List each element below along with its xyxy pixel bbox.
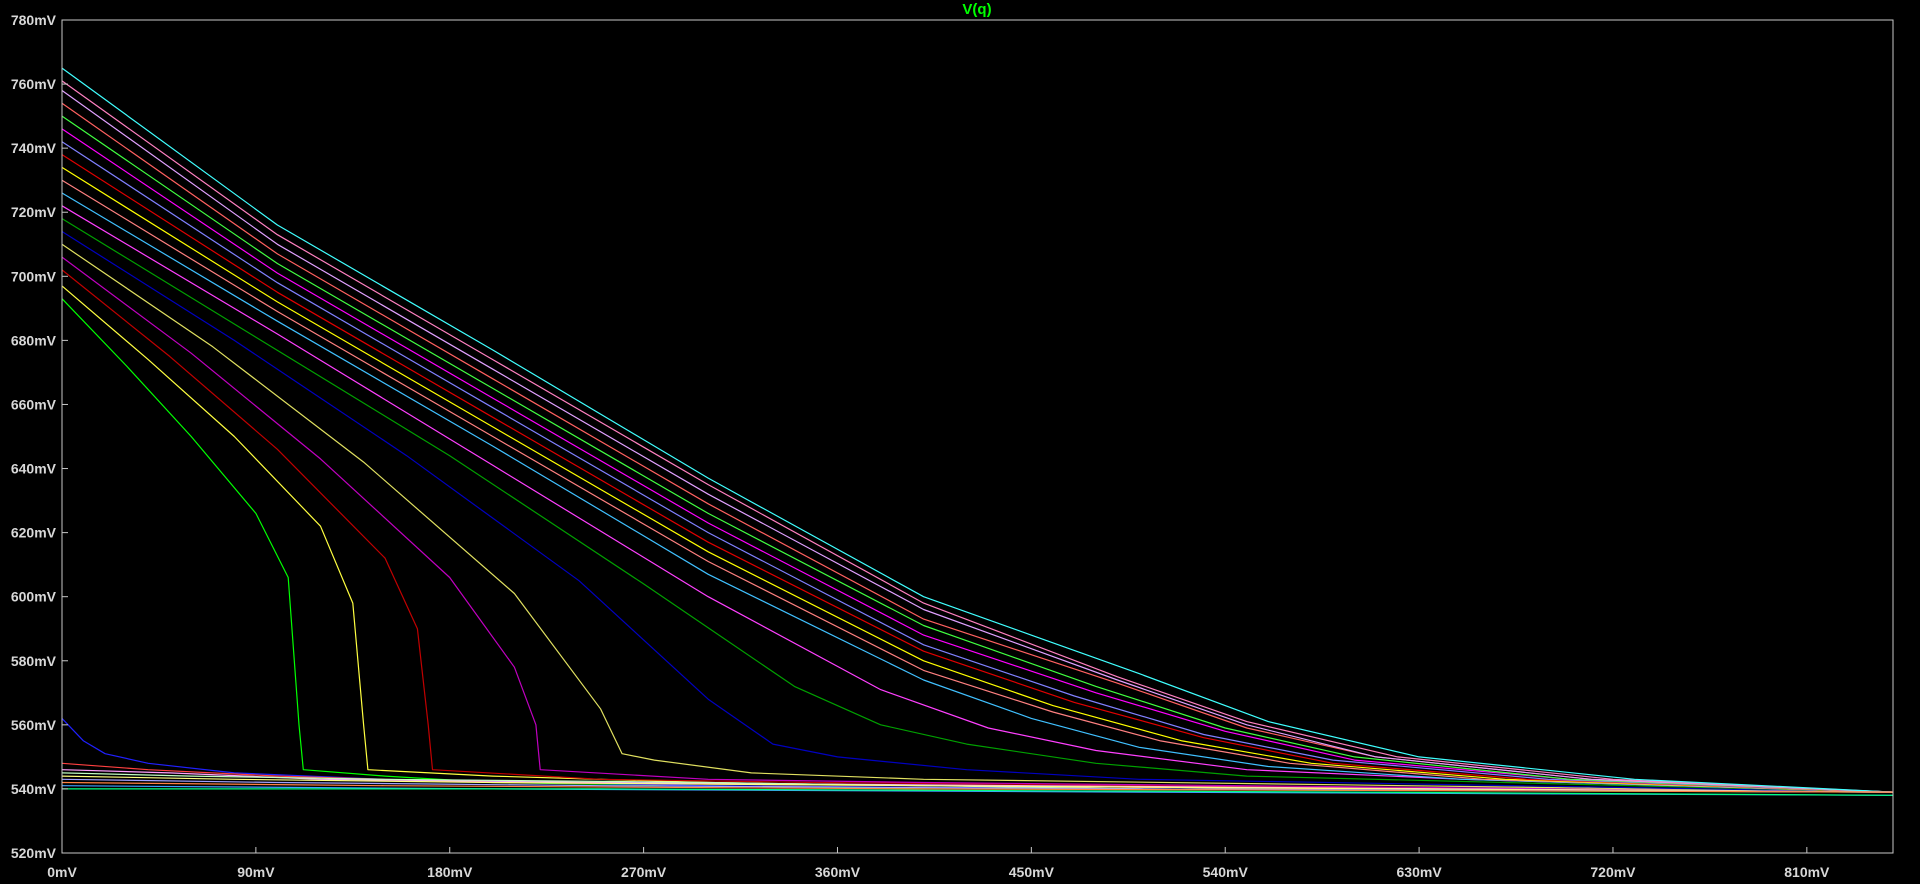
x-tick-label: 450mV [1009,864,1055,880]
y-tick-label: 660mV [11,396,57,412]
x-tick-label: 90mV [237,864,275,880]
y-tick-label: 580mV [11,653,57,669]
x-tick-label: 540mV [1203,864,1249,880]
plot-background [0,0,1920,884]
plot-window: 0mV 90mV 180mV 270mV 360mV 450mV 540mV 630mV 720… [0,0,1920,884]
y-tick-label: 540mV [11,781,57,797]
x-tick-label: 810mV [1784,864,1830,880]
y-tick-label: 700mV [11,268,57,284]
waveform-plot[interactable]: 0mV 90mV 180mV 270mV 360mV 450mV 540mV 630mV 720… [0,0,1920,884]
x-tick-label: 270mV [621,864,667,880]
x-tick-label: 0mV [47,864,77,880]
y-tick-label: 600mV [11,589,57,605]
y-tick-label: 640mV [11,461,57,477]
y-tick-label: 780mV [11,12,57,28]
x-tick-label: 630mV [1397,864,1443,880]
x-tick-label: 180mV [427,864,473,880]
y-tick-label: 720mV [11,204,57,220]
x-tick-label: 720mV [1590,864,1636,880]
y-tick-label: 560mV [11,717,57,733]
y-tick-label: 680mV [11,332,57,348]
y-tick-label: 760mV [11,76,57,92]
y-tick-label: 520mV [11,845,57,861]
trace-title[interactable]: V(q) [962,1,991,18]
y-tick-label: 740mV [11,140,57,156]
x-tick-label: 360mV [815,864,861,880]
y-tick-label: 620mV [11,525,57,541]
